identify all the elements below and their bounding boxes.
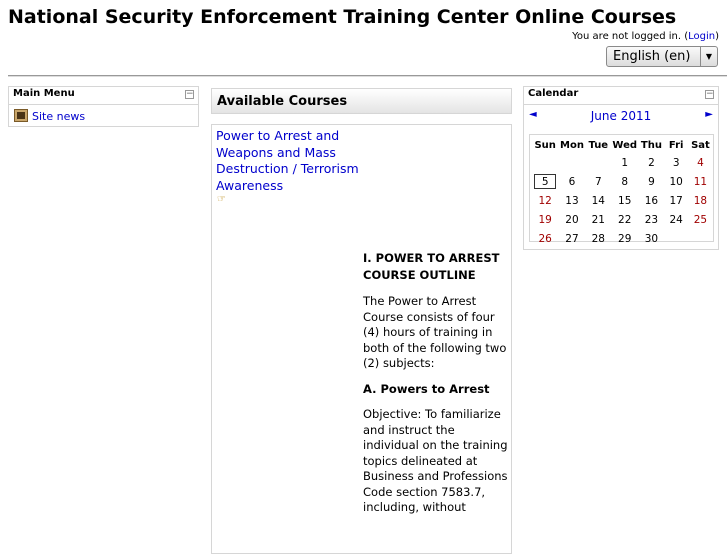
calendar-day[interactable]: 18: [688, 191, 713, 210]
course-summary: I. POWER TO ARREST COURSE OUTLINE The Po…: [363, 250, 509, 526]
calendar-grid: Sun Mon Tue Wed Thu Fri Sat 1 2 3 4 5 6 7 8 9 10 11 12 13 1…: [529, 134, 714, 245]
calendar-block: Calendar − ◄ June 2011 ► Sun Mon Tue Wed Thu…: [523, 86, 719, 250]
language-select[interactable]: English (en) ▼: [606, 46, 718, 67]
header-divider: [8, 75, 727, 77]
collapse-icon[interactable]: −: [705, 90, 714, 99]
course-list: Power to Arrest and Weapons and Mass Des…: [211, 124, 512, 554]
calendar-week: 12 13 14 15 16 17 18: [532, 191, 713, 210]
calendar-day[interactable]: 20: [558, 210, 585, 229]
calendar-day[interactable]: 27: [558, 229, 585, 248]
calendar-day[interactable]: 30: [638, 229, 664, 248]
language-selected: English (en): [613, 49, 691, 64]
calendar-header: Calendar −: [524, 87, 718, 105]
calendar-day[interactable]: 15: [611, 191, 638, 210]
calendar-day-header: Fri: [668, 139, 684, 151]
login-close: ): [715, 31, 719, 42]
calendar-day[interactable]: 26: [532, 229, 558, 248]
calendar-empty-cell: [586, 153, 611, 172]
summary-subheading: A. Powers to Arrest: [363, 381, 490, 396]
calendar-day[interactable]: 12: [532, 191, 558, 210]
summary-objective: Objective: To familiarize and instruct t…: [363, 407, 508, 514]
calendar-day-header: Mon: [560, 139, 584, 151]
menu-item-site-news[interactable]: Site news: [14, 109, 85, 123]
calendar-day[interactable]: 25: [688, 210, 713, 229]
calendar-empty-cell: [688, 229, 713, 248]
calendar-day[interactable]: 19: [532, 210, 558, 229]
calendar-day-header: Sat: [691, 139, 710, 151]
summary-heading: I. POWER TO ARREST COURSE OUTLINE: [363, 251, 500, 282]
summary-intro: The Power to Arrest Course consists of f…: [363, 294, 507, 370]
calendar-day[interactable]: 8: [611, 172, 638, 191]
main-menu-block: Main Menu − Site news: [8, 86, 199, 127]
calendar-day[interactable]: 21: [586, 210, 611, 229]
calendar-day[interactable]: 28: [586, 229, 611, 248]
calendar-day[interactable]: 5: [532, 172, 558, 191]
calendar-title: Calendar: [528, 88, 579, 99]
calendar-week: 26 27 28 29 30: [532, 229, 713, 248]
calendar-day-header: Thu: [640, 139, 662, 151]
collapse-icon[interactable]: −: [185, 90, 194, 99]
calendar-day[interactable]: 9: [638, 172, 664, 191]
available-courses-title: Available Courses: [217, 94, 348, 109]
main-menu-title: Main Menu: [13, 88, 75, 99]
calendar-week: 1234: [532, 153, 713, 172]
calendar-empty-cell: [664, 229, 687, 248]
calendar-empty-cell: [558, 153, 585, 172]
calendar-day[interactable]: 14: [586, 191, 611, 210]
main-menu-header: Main Menu −: [9, 87, 198, 105]
calendar-day[interactable]: 3: [664, 153, 687, 172]
news-icon: [14, 109, 28, 122]
calendar-day[interactable]: 23: [638, 210, 664, 229]
calendar-day[interactable]: 16: [638, 191, 664, 210]
calendar-day-header: Sun: [534, 139, 556, 151]
next-month-icon[interactable]: ►: [705, 109, 713, 120]
login-text: You are not logged in. (: [572, 31, 689, 42]
calendar-day[interactable]: 17: [664, 191, 687, 210]
info-hand-icon[interactable]: ☞: [217, 195, 231, 205]
calendar-day[interactable]: 4: [688, 153, 713, 172]
site-title: National Security Enforcement Training C…: [8, 6, 677, 28]
course-item: Power to Arrest and Weapons and Mass Des…: [216, 128, 376, 194]
calendar-day-header: Tue: [588, 139, 609, 151]
calendar-day[interactable]: 1: [611, 153, 638, 172]
calendar-day[interactable]: 13: [558, 191, 585, 210]
calendar-day-header: Wed: [612, 139, 638, 151]
calendar-day[interactable]: 2: [638, 153, 664, 172]
calendar-day[interactable]: 6: [558, 172, 585, 191]
calendar-nav: ◄ June 2011 ►: [524, 109, 718, 125]
calendar-week: 5 6 7 8 9 10 11: [532, 172, 713, 191]
login-link[interactable]: Login: [688, 31, 715, 42]
available-courses-header: Available Courses: [211, 88, 512, 114]
course-title-link[interactable]: Power to Arrest and Weapons and Mass Des…: [216, 128, 359, 193]
login-info: You are not logged in. (Login): [572, 31, 719, 42]
calendar-day[interactable]: 7: [586, 172, 611, 191]
site-news-link[interactable]: Site news: [32, 110, 85, 123]
chevron-down-icon[interactable]: ▼: [700, 47, 717, 66]
calendar-day[interactable]: 24: [664, 210, 687, 229]
calendar-table: Sun Mon Tue Wed Thu Fri Sat 1 2 3 4 5 6 7 8 9 10 11 12 13 1…: [532, 137, 713, 248]
calendar-day[interactable]: 11: [688, 172, 713, 191]
calendar-week: 19 20 21 22 23 24 25: [532, 210, 713, 229]
calendar-empty-cell: [532, 153, 558, 172]
calendar-day[interactable]: 29: [611, 229, 638, 248]
calendar-day[interactable]: 10: [664, 172, 687, 191]
calendar-month-link[interactable]: June 2011: [524, 109, 718, 123]
calendar-day[interactable]: 22: [611, 210, 638, 229]
